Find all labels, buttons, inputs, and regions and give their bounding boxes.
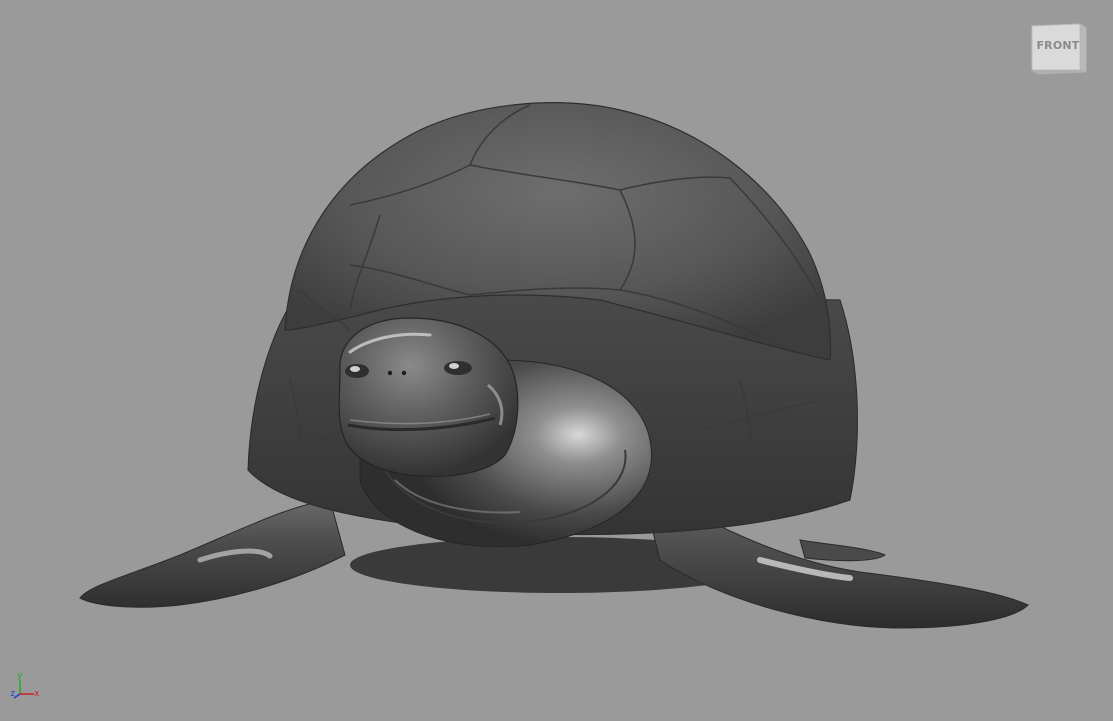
axis-x-label: x: [34, 689, 40, 699]
nostril: [387, 370, 393, 376]
axis-y-label: y: [17, 671, 23, 681]
nostril: [401, 370, 407, 376]
3d-viewport[interactable]: FRONT y z x: [0, 0, 1113, 721]
left-front-flipper: [79, 499, 346, 608]
view-cube-face-label: FRONT: [1036, 39, 1080, 52]
axis-z-label: z: [10, 689, 16, 699]
axis-gizmo: y z x: [10, 672, 46, 708]
turtle-model[interactable]: [0, 0, 1113, 721]
right-eye: [444, 361, 472, 375]
view-cube[interactable]: FRONT: [1030, 22, 1090, 76]
